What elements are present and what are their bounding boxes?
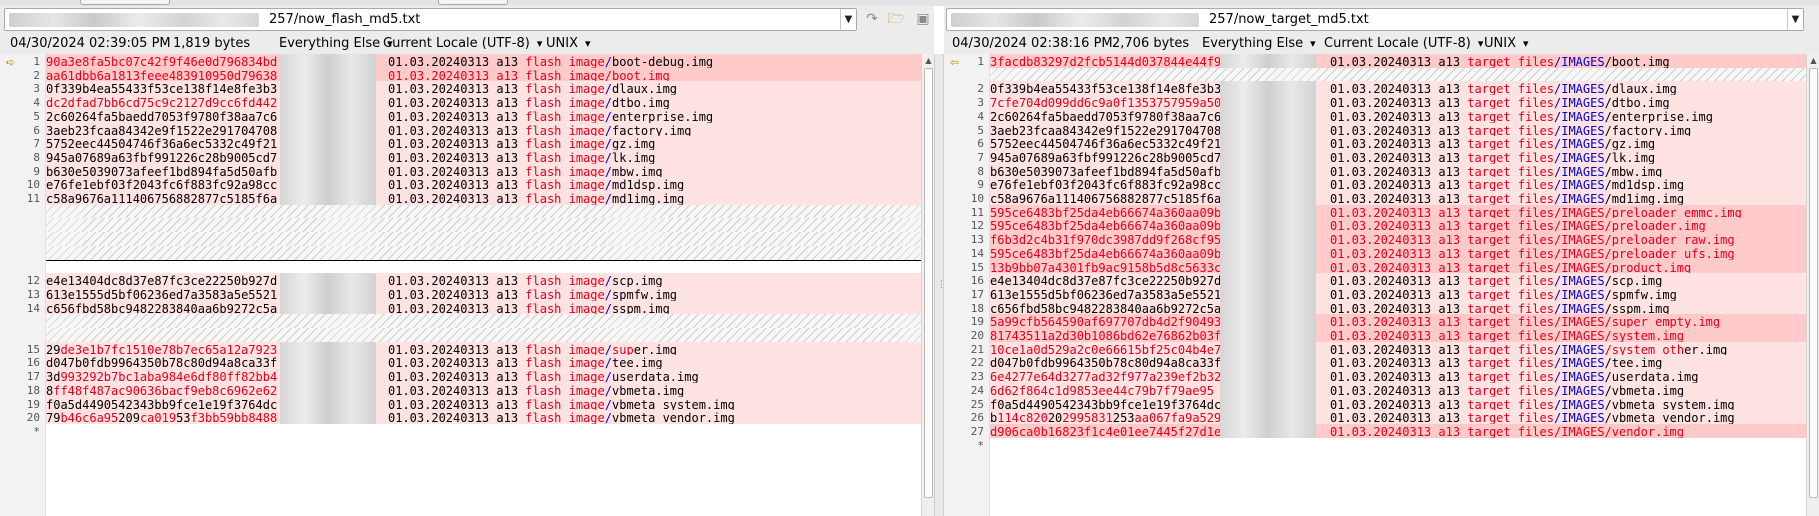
right-eol-select[interactable]: UNIX <box>1484 36 1529 51</box>
left-path-combo[interactable]: 257/now_flash_md5.txt ▼ <box>4 8 857 31</box>
scroll-up-icon[interactable]: ▲ <box>1807 54 1819 67</box>
right-info-bar: 04/30/2024 02:38:16 PM 2,706 bytes Every… <box>944 32 1819 54</box>
line-body <box>990 437 1806 454</box>
right-scrollbar[interactable]: ▲ <box>1806 54 1819 516</box>
right-encoding-select[interactable]: Current Locale (UTF-8) <box>1324 36 1483 51</box>
cursor-line <box>46 259 921 261</box>
line-number: * <box>977 438 984 452</box>
scroll-thumb[interactable] <box>1809 68 1818 498</box>
left-path-text: 257/now_flash_md5.txt <box>269 12 421 27</box>
left-file-size: 1,819 bytes <box>173 36 251 51</box>
left-encoding-select[interactable]: Current Locale (UTF-8) <box>383 36 542 51</box>
redacted-path <box>951 13 1199 27</box>
left-scrollbar[interactable]: ▲ <box>921 54 934 516</box>
left-eol-select[interactable]: UNIX <box>546 36 591 51</box>
save-icon[interactable]: ▣ <box>912 10 934 28</box>
right-file-date: 04/30/2024 02:38:16 PM <box>952 36 1113 51</box>
left-text-pane[interactable]: ➪ 1 90a3e8fa5bc07c42f9f46e0d796834bd 01.03… <box>0 54 921 516</box>
folder-open-icon[interactable]: 🗁▾ <box>885 10 907 45</box>
right-path-bar: 257/now_target_md5.txt ▼ <box>944 6 1819 32</box>
line-number: * <box>33 424 40 438</box>
tab-handle[interactable] <box>80 0 170 5</box>
scroll-thumb[interactable] <box>924 68 933 498</box>
left-file-date: 04/30/2024 02:39:05 PM <box>10 36 171 51</box>
right-path-combo[interactable]: 257/now_target_md5.txt ▼ <box>946 8 1804 31</box>
tab-handle[interactable] <box>438 0 508 5</box>
pane-splitter[interactable]: ⋮ <box>934 54 946 516</box>
right-file-size: 2,706 bytes <box>1112 36 1190 51</box>
line-body <box>46 423 921 440</box>
eof-row[interactable]: * <box>0 423 921 440</box>
left-filter-select[interactable]: Everything Else <box>279 36 393 51</box>
chevron-down-icon[interactable]: ▼ <box>840 9 856 30</box>
left-info-bar: 04/30/2024 02:39:05 PM 1,819 bytes Every… <box>0 32 934 54</box>
right-text-pane[interactable]: ⇦ 1 3facdb83297d2fcb5144d037844e44f9 01.03… <box>944 54 1806 516</box>
swap-icon[interactable]: ↷ <box>861 10 883 28</box>
left-path-bar: 257/now_flash_md5.txt ▼ ↷ 🗁▾ ▣ <box>0 6 934 45</box>
eof-row[interactable]: * <box>944 437 1806 454</box>
chevron-down-icon[interactable]: ▼ <box>1787 9 1803 30</box>
right-path-text: 257/now_target_md5.txt <box>1209 12 1369 27</box>
right-filter-select[interactable]: Everything Else <box>1202 36 1316 51</box>
redacted-path <box>9 13 259 27</box>
